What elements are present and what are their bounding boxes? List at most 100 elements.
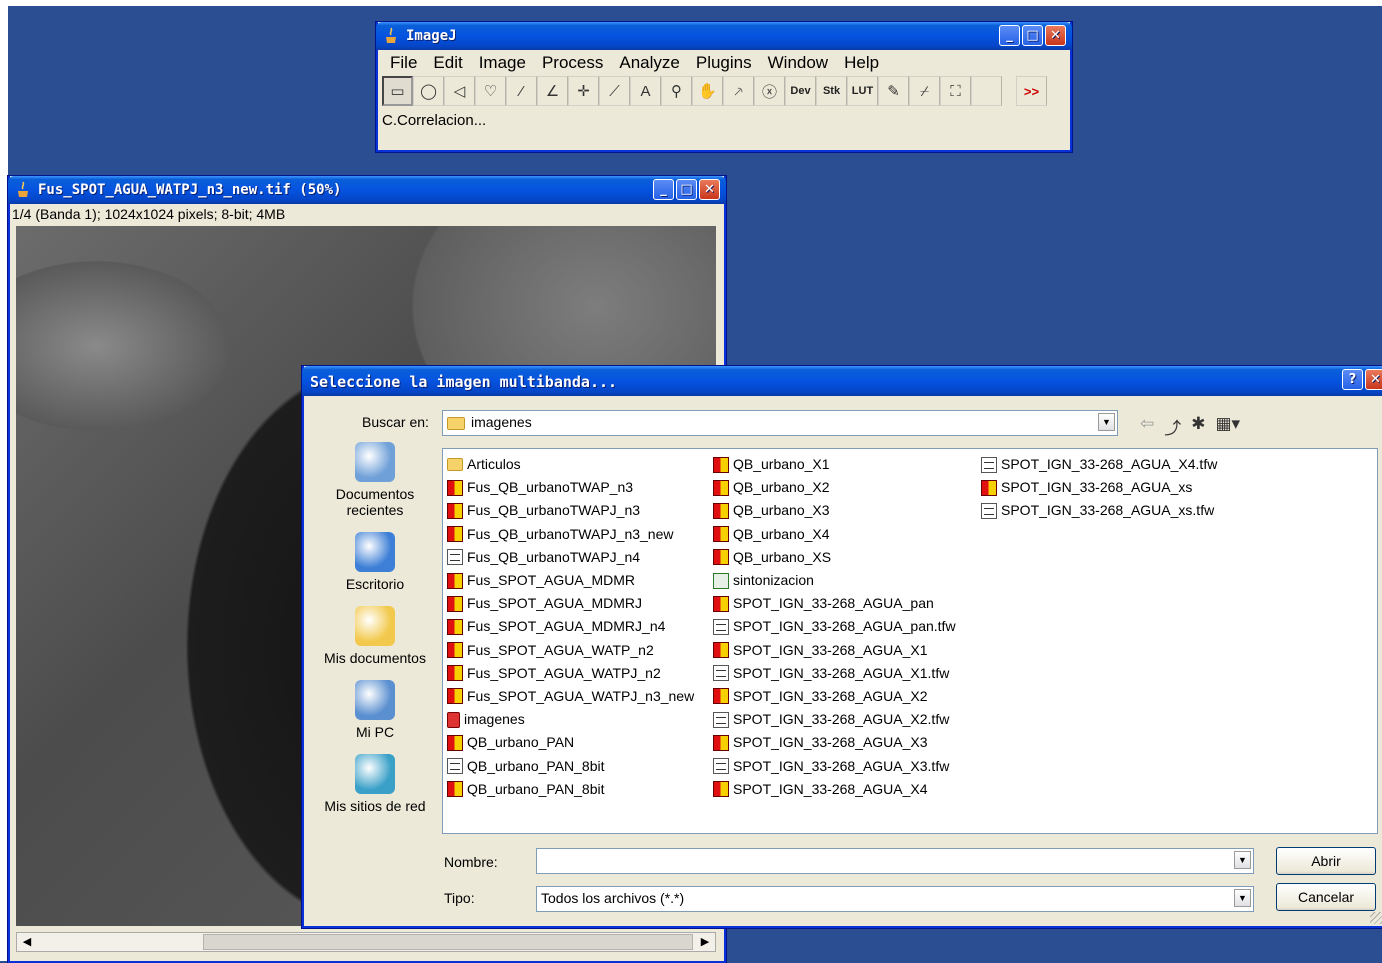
polygon-tool-icon[interactable]: ◁ — [444, 76, 475, 106]
file-item[interactable]: Fus_SPOT_AGUA_MDMRJ_n4 — [447, 615, 694, 638]
file-item[interactable]: Fus_QB_urbanoTWAP_n3 — [447, 476, 694, 499]
brush-tool-icon[interactable]: ⌿ — [909, 76, 940, 106]
open-button[interactable]: Abrir — [1276, 847, 1376, 875]
file-item[interactable]: QB_urbano_X2 — [713, 476, 956, 499]
wand-tool-icon[interactable]: ⟋ — [599, 76, 630, 106]
file-item[interactable]: Fus_SPOT_AGUA_WATPJ_n2 — [447, 662, 694, 685]
hand-tool-icon[interactable]: ✋ — [692, 76, 723, 106]
resize-grip-icon[interactable] — [1370, 912, 1382, 924]
close-button[interactable]: ✕ — [1365, 369, 1382, 390]
file-item[interactable]: SPOT_IGN_33-268_AGUA_xs — [981, 476, 1217, 499]
place-my-documents[interactable]: Mis documentos — [314, 606, 436, 666]
file-name: SPOT_IGN_33-268_AGUA_X4 — [733, 780, 928, 797]
text-tool-icon[interactable]: A — [630, 76, 661, 106]
look-in-combo[interactable]: imagenes ▼ — [442, 410, 1118, 436]
file-item[interactable]: SPOT_IGN_33-268_AGUA_pan — [713, 592, 956, 615]
menu-image[interactable]: Image — [471, 53, 534, 73]
pencil-tool-icon[interactable]: ✎ — [878, 76, 909, 106]
close-button[interactable]: ✕ — [699, 179, 720, 200]
menu-window[interactable]: Window — [760, 53, 836, 73]
maximize-button[interactable]: □ — [1022, 25, 1043, 46]
place-my-computer[interactable]: Mi PC — [314, 680, 436, 740]
file-item[interactable]: SPOT_IGN_33-268_AGUA_X4.tfw — [981, 453, 1217, 476]
file-item[interactable]: Fus_QB_urbanoTWAPJ_n3_new — [447, 523, 694, 546]
lut-menu-icon[interactable]: LUT — [847, 76, 878, 106]
file-item[interactable]: SPOT_IGN_33-268_AGUA_pan.tfw — [713, 615, 956, 638]
file-item[interactable]: QB_urbano_X1 — [713, 453, 956, 476]
file-item[interactable]: Fus_SPOT_AGUA_MDMRJ — [447, 592, 694, 615]
place-desktop[interactable]: Escritorio — [314, 532, 436, 592]
file-item[interactable]: QB_urbano_X3 — [713, 499, 956, 522]
view-menu-icon[interactable]: ▦▾ — [1216, 414, 1241, 439]
back-arrow-icon[interactable]: ⇦ — [1140, 414, 1154, 439]
file-item[interactable]: SPOT_IGN_33-268_AGUA_X3 — [713, 731, 956, 754]
image-window-titlebar[interactable]: Fus_SPOT_AGUA_WATPJ_n3_new.tif (50%) _ □… — [8, 176, 726, 204]
file-item[interactable]: QB_urbano_PAN — [447, 731, 694, 754]
stack-menu-icon[interactable]: Stk — [816, 76, 847, 106]
chevron-down-icon[interactable]: ▼ — [1234, 889, 1251, 907]
image-file-icon — [713, 781, 729, 798]
file-item[interactable]: SPOT_IGN_33-268_AGUA_X3.tfw — [713, 754, 956, 777]
more-tools-icon[interactable]: >> — [1016, 76, 1047, 106]
menu-edit[interactable]: Edit — [425, 53, 470, 73]
file-item[interactable]: imagenes — [447, 708, 694, 731]
dev-menu-icon[interactable]: Dev — [785, 76, 816, 106]
file-item[interactable]: Fus_QB_urbanoTWAPJ_n3 — [447, 499, 694, 522]
horizontal-scrollbar[interactable]: ◀ ▶ — [16, 932, 716, 952]
up-folder-icon[interactable]: ⤴ — [1164, 414, 1181, 439]
magnifier-tool-icon[interactable]: ⚲ — [661, 76, 692, 106]
place-recent-documents[interactable]: Documentos recientes — [314, 442, 436, 518]
imagej-titlebar[interactable]: ImageJ _ □ ✕ — [376, 22, 1072, 50]
help-button[interactable]: ? — [1342, 369, 1363, 390]
cancel-button[interactable]: Cancelar — [1276, 883, 1376, 911]
file-item[interactable]: Fus_SPOT_AGUA_WATPJ_n3_new — [447, 685, 694, 708]
maximize-button[interactable]: □ — [676, 179, 697, 200]
blank-tool-icon[interactable] — [971, 76, 1002, 106]
file-list[interactable]: Articulos Fus_QB_urbanoTWAP_n3 Fus_QB_urba… — [442, 448, 1378, 834]
oval-tool-icon[interactable]: ◯ — [413, 76, 444, 106]
file-item[interactable]: Fus_QB_urbanoTWAPJ_n4 — [447, 546, 694, 569]
flood-fill-tool-icon[interactable]: ⛶ — [940, 76, 971, 106]
chevron-down-icon[interactable]: ▼ — [1234, 851, 1251, 869]
file-item[interactable]: SPOT_IGN_33-268_AGUA_X2.tfw — [713, 708, 956, 731]
file-item[interactable]: QB_urbano_PAN_8bit — [447, 754, 694, 777]
file-item[interactable]: QB_urbano_PAN_8bit — [447, 778, 694, 801]
rectangle-tool-icon[interactable]: ▭ — [382, 76, 413, 106]
scroll-right-arrow-icon[interactable]: ▶ — [697, 934, 713, 950]
file-item[interactable]: SPOT_IGN_33-268_AGUA_X4 — [713, 778, 956, 801]
file-item[interactable]: SPOT_IGN_33-268_AGUA_xs.tfw — [981, 499, 1217, 522]
freehand-tool-icon[interactable]: ♡ — [475, 76, 506, 106]
scrollbar-thumb[interactable] — [203, 934, 693, 950]
file-type-select[interactable]: Todos los archivos (*.*) ▼ — [536, 886, 1254, 912]
file-item[interactable]: Fus_SPOT_AGUA_WATP_n2 — [447, 639, 694, 662]
file-name-input[interactable]: ▼ — [536, 848, 1254, 874]
imagej-toolbar: ▭ ◯ ◁ ♡ ⁄ ∠ ✛ ⟋ A ⚲ ✋ ⸕ ⓧ Dev Stk LUT ✎ ⌿ ⛶ >> — [382, 76, 1070, 106]
scroll-left-arrow-icon[interactable]: ◀ — [19, 934, 35, 950]
new-folder-icon[interactable]: ✱ — [1191, 414, 1205, 439]
menu-plugins[interactable]: Plugins — [688, 53, 760, 73]
place-network-places[interactable]: Mis sitios de red — [314, 754, 436, 814]
menu-analyze[interactable]: Analyze — [611, 53, 687, 73]
file-item[interactable]: QB_urbano_X4 — [713, 523, 956, 546]
minimize-button[interactable]: _ — [653, 179, 674, 200]
minimize-button[interactable]: _ — [999, 25, 1020, 46]
line-tool-icon[interactable]: ⁄ — [506, 76, 537, 106]
file-item[interactable]: SPOT_IGN_33-268_AGUA_X1.tfw — [713, 662, 956, 685]
stop-icon[interactable]: ⓧ — [754, 76, 785, 106]
angle-tool-icon[interactable]: ∠ — [537, 76, 568, 106]
file-item[interactable]: Articulos — [447, 453, 694, 476]
file-item[interactable]: QB_urbano_XS — [713, 546, 956, 569]
point-tool-icon[interactable]: ✛ — [568, 76, 599, 106]
file-item[interactable]: sintonizacion — [713, 569, 956, 592]
chevron-down-icon[interactable]: ▼ — [1098, 413, 1115, 431]
menu-help[interactable]: Help — [836, 53, 887, 73]
menu-file[interactable]: File — [382, 53, 425, 73]
menu-process[interactable]: Process — [534, 53, 611, 73]
file-item[interactable]: Fus_SPOT_AGUA_MDMR — [447, 569, 694, 592]
color-picker-tool-icon[interactable]: ⸕ — [723, 76, 754, 106]
file-item[interactable]: SPOT_IGN_33-268_AGUA_X1 — [713, 639, 956, 662]
close-button[interactable]: ✕ — [1045, 25, 1066, 46]
dialog-titlebar[interactable]: Seleccione la imagen multibanda... ? ✕ — [302, 366, 1382, 396]
text-file-icon — [713, 711, 729, 728]
file-item[interactable]: SPOT_IGN_33-268_AGUA_X2 — [713, 685, 956, 708]
